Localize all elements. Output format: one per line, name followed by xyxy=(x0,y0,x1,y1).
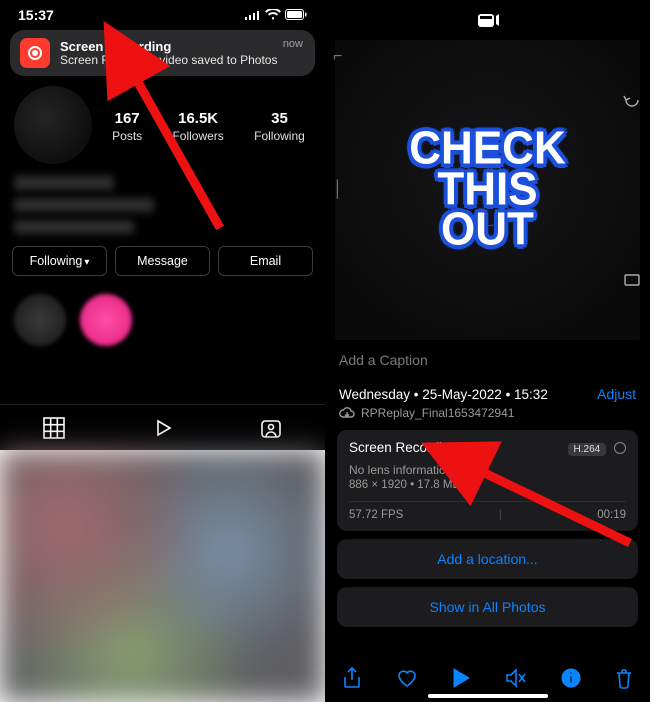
resolution-size: 886 × 1920 • 17.8 MB xyxy=(349,479,626,491)
action-buttons: Following▾ Message Email xyxy=(0,242,325,280)
avatar[interactable] xyxy=(14,86,92,164)
filename: RPReplay_Final1653472941 xyxy=(361,406,514,420)
bio-line xyxy=(14,220,134,234)
posts-count: 167 xyxy=(112,110,142,127)
add-location-label: Add a location... xyxy=(437,551,537,567)
following-count: 35 xyxy=(254,110,305,127)
info-icon[interactable] xyxy=(561,668,581,688)
record-dot-icon xyxy=(614,442,626,454)
grid-tab-icon[interactable] xyxy=(43,417,65,439)
preview-overlay-text: CHECK THIS OUT xyxy=(409,129,565,251)
record-icon xyxy=(20,38,50,68)
play-icon[interactable] xyxy=(452,668,470,688)
notification-title: Screen Recording xyxy=(60,39,305,54)
screen-recording-notification[interactable]: Screen Recording Screen Recording video … xyxy=(10,30,315,76)
date-line: Wednesday • 25-May-2022 • 15:32 xyxy=(339,387,548,402)
media-info-card: Screen Recording H.264 No lens informati… xyxy=(337,430,638,531)
following-button[interactable]: Following▾ xyxy=(12,246,107,276)
message-button[interactable]: Message xyxy=(115,246,210,276)
notification-body: Screen Recording video saved to Photos xyxy=(60,54,305,67)
crop-handle-icon: ⌐ xyxy=(333,48,342,66)
reels-tab-icon[interactable] xyxy=(150,416,174,440)
trash-icon[interactable] xyxy=(615,668,633,689)
aspect-icon[interactable] xyxy=(622,270,642,290)
adjust-button[interactable]: Adjust xyxy=(597,386,636,402)
photos-header xyxy=(325,0,650,40)
cloud-download-icon xyxy=(339,407,355,419)
home-indicator xyxy=(428,694,548,698)
notification-text: Screen Recording Screen Recording video … xyxy=(60,39,305,67)
status-bar: 15:37 xyxy=(0,0,325,24)
following-label: Following xyxy=(254,129,305,143)
profile-header: 167 Posts 16.5K Followers 35 Following xyxy=(0,82,325,164)
message-button-label: Message xyxy=(137,254,188,268)
crop-handle-icon: │ xyxy=(333,181,343,199)
signal-icon xyxy=(245,10,261,20)
status-right-icons xyxy=(245,9,307,20)
right-pane: ⌐ │ CHECK THIS OUT Add a Caption Wednesd… xyxy=(325,0,650,702)
highlight-item[interactable] xyxy=(14,294,66,346)
tagged-tab-icon[interactable] xyxy=(260,417,282,439)
followers-stat[interactable]: 16.5K Followers xyxy=(172,110,223,145)
battery-icon xyxy=(285,9,307,20)
following-button-label: Following xyxy=(30,254,83,268)
wifi-icon xyxy=(265,9,281,20)
left-pane: 15:37 Screen Recording Screen Recording … xyxy=(0,0,325,702)
show-in-all-photos-button[interactable]: Show in All Photos xyxy=(337,587,638,627)
lens-info: No lens information xyxy=(349,463,626,477)
codec-badge: H.264 xyxy=(568,443,607,456)
bio-line xyxy=(14,176,114,190)
story-highlights xyxy=(0,280,325,360)
blurred-background xyxy=(0,450,325,702)
caption-field[interactable]: Add a Caption xyxy=(325,340,650,380)
video-badge-icon xyxy=(477,11,499,29)
fps-value: 57.72 FPS xyxy=(349,509,403,521)
profile-tab-bar xyxy=(0,404,325,450)
chevron-down-icon: ▾ xyxy=(84,257,89,268)
duration-value: 00:19 xyxy=(597,509,626,521)
highlight-item[interactable] xyxy=(80,294,132,346)
followers-count: 16.5K xyxy=(172,110,223,127)
bio xyxy=(0,164,325,242)
show-all-label: Show in All Photos xyxy=(430,599,546,615)
profile-stats: 167 Posts 16.5K Followers 35 Following xyxy=(106,110,311,145)
add-location-button[interactable]: Add a location... xyxy=(337,539,638,579)
video-preview[interactable]: ⌐ │ CHECK THIS OUT xyxy=(335,40,640,340)
bio-line xyxy=(14,198,154,212)
posts-stat[interactable]: 167 Posts xyxy=(112,110,142,145)
notification-time: now xyxy=(283,38,303,50)
email-button[interactable]: Email xyxy=(218,246,313,276)
instagram-profile-screen: 15:37 Screen Recording Screen Recording … xyxy=(0,0,325,450)
heart-icon[interactable] xyxy=(396,668,418,688)
media-type-label: Screen Recording xyxy=(349,440,457,455)
metadata: Wednesday • 25-May-2022 • 15:32 Adjust R… xyxy=(325,380,650,420)
flip-icon[interactable] xyxy=(622,90,642,110)
followers-label: Followers xyxy=(172,129,223,143)
posts-label: Posts xyxy=(112,129,142,143)
following-stat[interactable]: 35 Following xyxy=(254,110,305,145)
email-button-label: Email xyxy=(250,254,281,268)
status-time: 15:37 xyxy=(18,7,54,23)
share-icon[interactable] xyxy=(342,667,362,689)
caption-placeholder: Add a Caption xyxy=(339,352,428,368)
mute-icon[interactable] xyxy=(505,668,527,688)
